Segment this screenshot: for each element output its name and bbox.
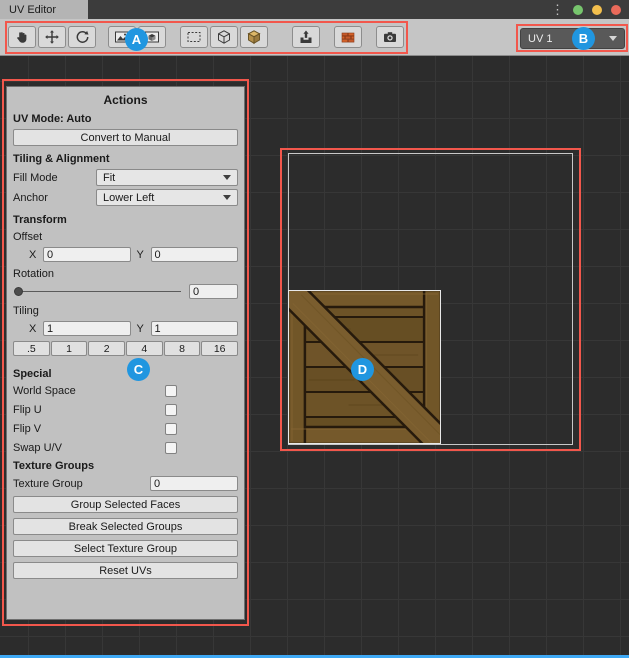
rotate-icon	[74, 29, 90, 45]
bricks-icon	[340, 29, 356, 45]
uv-mode-label: UV Mode: Auto	[13, 113, 238, 125]
fill-mode-dropdown[interactable]: Fit	[96, 169, 238, 186]
special-header: Special	[13, 368, 238, 380]
texture-group-input[interactable]	[150, 476, 238, 491]
texture-groups-header: Texture Groups	[13, 460, 238, 472]
annotation-badge-b: B	[572, 27, 595, 50]
offset-y-input[interactable]	[151, 247, 239, 262]
rotation-input[interactable]	[189, 284, 238, 299]
rotation-slider[interactable]	[13, 284, 183, 299]
fill-mode-label: Fill Mode	[13, 172, 96, 184]
tiling-x-label: X	[29, 323, 37, 335]
tiling-x-input[interactable]	[43, 321, 131, 336]
fill-mode-value: Fit	[103, 172, 115, 184]
tiling-preset-button[interactable]: 16	[201, 341, 238, 356]
anchor-value: Lower Left	[103, 192, 154, 204]
tiling-label: Tiling	[13, 305, 238, 317]
flip-v-label: Flip V	[13, 423, 165, 435]
tiling-preset-button[interactable]: 4	[126, 341, 163, 356]
overflow-menu-icon[interactable]: ⋮	[551, 3, 564, 16]
tiling-preset-button[interactable]: .5	[13, 341, 50, 356]
offset-y-label: Y	[137, 249, 145, 261]
title-bar: UV Editor ⋮	[0, 0, 629, 19]
texture-group-label: Texture Group	[13, 478, 150, 490]
window-tab[interactable]: UV Editor	[0, 0, 88, 19]
window-dot-yellow[interactable]	[592, 5, 602, 15]
flip-v-checkbox[interactable]	[165, 423, 177, 435]
anchor-dropdown[interactable]: Lower Left	[96, 189, 238, 206]
window-dot-red[interactable]	[611, 5, 621, 15]
chevron-down-icon	[223, 195, 231, 200]
window-title: UV Editor	[9, 4, 56, 16]
chevron-down-icon	[223, 175, 231, 180]
uv-channel-value: UV 1	[528, 33, 552, 45]
screenshot-button[interactable]	[376, 26, 404, 48]
tiling-alignment-header: Tiling & Alignment	[13, 153, 238, 165]
annotation-badge-d: D	[351, 358, 374, 381]
annotation-badge-a: A	[125, 28, 148, 51]
actions-panel: Actions UV Mode: Auto Convert to Manual …	[6, 86, 245, 620]
panel-title: Actions	[13, 93, 238, 107]
transform-header: Transform	[13, 214, 238, 226]
offset-label: Offset	[13, 231, 238, 243]
move-tool-button[interactable]	[38, 26, 66, 48]
chevron-down-icon	[609, 36, 617, 41]
break-selected-groups-button[interactable]: Break Selected Groups	[13, 518, 238, 535]
move-arrows-icon	[44, 29, 60, 45]
uv-editor-window: UV Editor ⋮	[0, 0, 629, 658]
anchor-label: Anchor	[13, 192, 96, 204]
marquee-icon	[186, 29, 202, 45]
rotate-tool-button[interactable]	[68, 26, 96, 48]
rotation-label: Rotation	[13, 268, 238, 280]
titlebar-controls: ⋮	[551, 0, 629, 19]
flip-u-label: Flip U	[13, 404, 165, 416]
hand-icon	[14, 29, 30, 45]
reset-uvs-button[interactable]: Reset UVs	[13, 562, 238, 579]
offset-x-input[interactable]	[43, 247, 131, 262]
pan-tool-button[interactable]	[8, 26, 36, 48]
annotation-badge-c: C	[127, 358, 150, 381]
texture-toggle-button[interactable]	[334, 26, 362, 48]
window-dot-green[interactable]	[573, 5, 583, 15]
tiling-preset-button[interactable]: 1	[51, 341, 88, 356]
rotation-slider-track	[15, 291, 181, 292]
textured-cube-button[interactable]	[240, 26, 268, 48]
marquee-select-button[interactable]	[180, 26, 208, 48]
rotation-slider-thumb[interactable]	[14, 287, 23, 296]
tiling-y-label: Y	[137, 323, 145, 335]
cube-wireframe-icon	[216, 29, 232, 45]
swap-uv-checkbox[interactable]	[165, 442, 177, 454]
tiling-preset-button[interactable]: 8	[164, 341, 201, 356]
wireframe-cube-button[interactable]	[210, 26, 238, 48]
tiling-y-input[interactable]	[151, 321, 239, 336]
camera-icon	[382, 29, 398, 45]
box-arrow-up-icon	[298, 29, 314, 45]
offset-x-label: X	[29, 249, 37, 261]
tiling-preset-button[interactable]: 2	[88, 341, 125, 356]
select-texture-group-button[interactable]: Select Texture Group	[13, 540, 238, 557]
export-uv-button[interactable]	[292, 26, 320, 48]
cube-solid-icon	[246, 29, 262, 45]
flip-u-checkbox[interactable]	[165, 404, 177, 416]
group-selected-faces-button[interactable]: Group Selected Faces	[13, 496, 238, 513]
swap-uv-label: Swap U/V	[13, 442, 165, 454]
world-space-checkbox[interactable]	[165, 385, 177, 397]
convert-to-manual-button[interactable]: Convert to Manual	[13, 129, 238, 146]
world-space-label: World Space	[13, 385, 165, 397]
